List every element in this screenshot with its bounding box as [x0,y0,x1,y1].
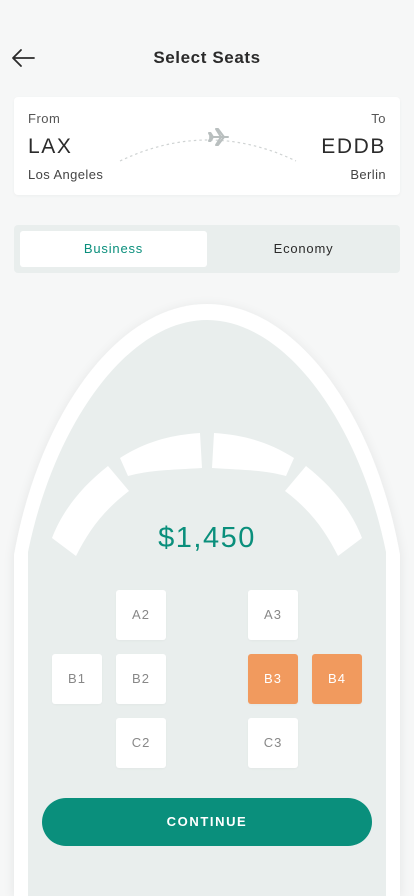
tab-economy[interactable]: Economy [210,231,397,267]
seat-b2[interactable]: B2 [116,654,166,704]
airplane-icon [208,128,229,146]
tab-business[interactable]: Business [20,231,207,267]
continue-button[interactable]: CONTINUE [42,798,372,846]
from-code: LAX [28,135,73,158]
route-card: From LAX Los Angeles To EDDB Berlin [14,97,400,195]
from-label: From [28,111,61,126]
to-code: EDDB [321,135,386,158]
seat-a3[interactable]: A3 [248,590,298,640]
seat-c3[interactable]: C3 [248,718,298,768]
seat-b3[interactable]: B3 [248,654,298,704]
seat-c2[interactable]: C2 [116,718,166,768]
flight-path [119,128,297,162]
to-city: Berlin [350,167,386,182]
page-title: Select Seats [153,48,261,67]
seat-a2[interactable]: A2 [116,590,166,640]
from-city: Los Angeles [28,167,104,182]
header: Select Seats [0,0,414,100]
seat-price: $1,450 [158,522,256,554]
seat-b1[interactable]: B1 [52,654,102,704]
to-label: To [371,111,386,126]
class-tab-bar: Business Economy [14,225,400,273]
seat-b4[interactable]: B4 [312,654,362,704]
